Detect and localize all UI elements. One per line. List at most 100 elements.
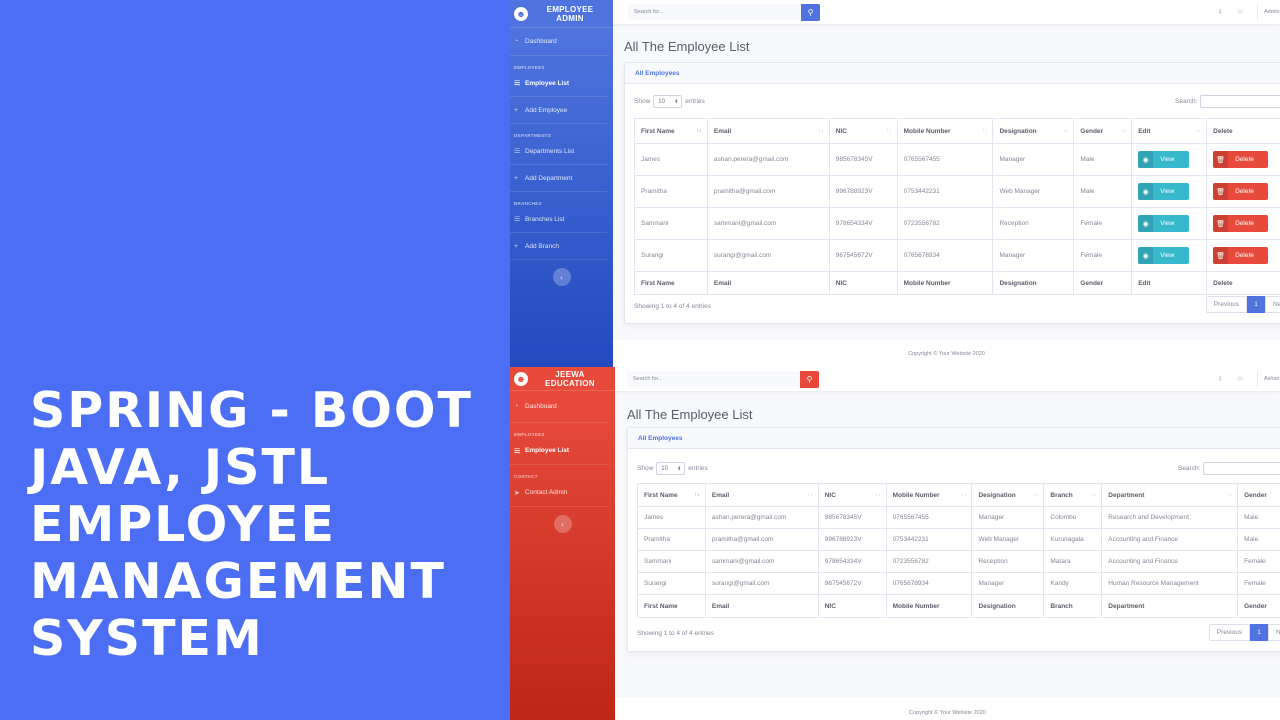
- next-page-button[interactable]: Next: [1265, 296, 1280, 313]
- search-icon: ⚲: [806, 374, 813, 384]
- column-header[interactable]: NIC ↑↓: [817, 483, 887, 507]
- search-icon: ⚲: [807, 7, 814, 17]
- footer-header: Email: [706, 271, 830, 295]
- column-header[interactable]: Mobile Number ↑↓: [896, 118, 994, 144]
- cell-department: Accounting and Finance: [1101, 550, 1239, 573]
- download-icon[interactable]: ⬇: [1217, 375, 1223, 383]
- next-page-button[interactable]: Next: [1268, 624, 1280, 641]
- column-header[interactable]: Email ↑↓: [704, 483, 819, 507]
- column-header[interactable]: Edit ↑↓: [1131, 118, 1208, 144]
- user-name[interactable]: Ashan: [1264, 376, 1280, 382]
- delete-button[interactable]: 🗑 Delete: [1213, 247, 1269, 264]
- sidebar-item-add-department[interactable]: + Add Department: [510, 165, 607, 192]
- table-search-input[interactable]: [1203, 462, 1280, 475]
- cell-first-name: Pramitha: [637, 528, 706, 551]
- topbar-icons: ⬇ ✉ Admin: [1217, 0, 1280, 24]
- column-header[interactable]: Branch ↑↓: [1043, 483, 1103, 507]
- column-header[interactable]: Gender↑↓: [1073, 118, 1133, 144]
- sidebar-item-departments-list[interactable]: ☰ Departments List: [510, 138, 607, 165]
- table-row: Surangi surangi@gmail.com 967545672V 076…: [634, 239, 1280, 272]
- delete-button[interactable]: 🗑 Delete: [1213, 183, 1269, 200]
- column-header[interactable]: Department ↑↓: [1101, 483, 1239, 507]
- sidebar: ☻ EMPLOYEE ADMIN ◔ Dashboard EMPLOYEES ☰…: [510, 0, 613, 367]
- column-header[interactable]: Designation ↑↓: [971, 483, 1045, 507]
- search-label: Search:: [1175, 98, 1198, 105]
- page-title: All The Employee List: [627, 407, 753, 422]
- sidebar-brand[interactable]: ☻ JEEWA EDUCATION: [510, 367, 615, 391]
- previous-page-button[interactable]: Previous: [1206, 296, 1247, 313]
- footer-header: Branch: [1043, 594, 1103, 618]
- sidebar-heading: EMPLOYEES: [514, 65, 545, 70]
- delete-button[interactable]: 🗑 Delete: [1213, 151, 1269, 168]
- column-header[interactable]: First Name ↑↓: [634, 118, 708, 144]
- dashboard-icon: ◔: [514, 38, 519, 45]
- table-controls: Show 10 entries Search:: [628, 449, 1280, 475]
- entries-select[interactable]: 10: [656, 462, 686, 475]
- footer-header: Designation: [992, 271, 1075, 295]
- page-1-button[interactable]: 1: [1250, 624, 1268, 641]
- laugh-icon: ☻: [514, 6, 528, 21]
- download-icon[interactable]: ⬇: [1217, 8, 1223, 16]
- entries-select[interactable]: 10: [653, 95, 683, 108]
- delete-button[interactable]: 🗑 Delete: [1213, 215, 1269, 232]
- column-header[interactable]: Mobile Number ↑↓: [885, 483, 973, 507]
- envelope-icon[interactable]: ✉: [1237, 8, 1243, 16]
- cell-mobile: 0765678934: [885, 572, 973, 595]
- cell-mobile: 0723556782: [896, 207, 994, 240]
- sidebar-toggle-button[interactable]: ‹: [553, 515, 572, 533]
- table-info: Showing 1 to 4 of 4 entries: [634, 303, 711, 310]
- cell-nic: 985678345V: [828, 143, 898, 176]
- cell-mobile: 0723556782: [885, 550, 973, 573]
- sidebar-item-branches-list[interactable]: ☰ Branches List: [510, 206, 607, 233]
- cell-email: ashan.perera@gmail.com: [706, 143, 830, 176]
- column-header[interactable]: NIC ↑↓: [828, 118, 898, 144]
- sidebar-item-add-branch[interactable]: + Add Branch: [510, 233, 607, 260]
- trash-icon: 🗑: [1213, 247, 1229, 264]
- cell-email: sammani@gmail.com: [704, 550, 819, 573]
- view-button[interactable]: ◉ View: [1138, 151, 1190, 168]
- banner-title: SPRING - BOOT JAVA, JSTL EMPLOYEE MANAGE…: [30, 382, 500, 667]
- sidebar-item-contact-admin[interactable]: ➤ Contact Admin: [510, 479, 609, 507]
- previous-page-button[interactable]: Previous: [1209, 624, 1250, 641]
- view-button[interactable]: ◉ View: [1138, 183, 1190, 200]
- table-search-input[interactable]: [1200, 95, 1280, 108]
- search-input[interactable]: Search for...: [628, 4, 801, 20]
- footer-header: Delete: [1206, 271, 1280, 295]
- sidebar-brand[interactable]: ☻ EMPLOYEE ADMIN: [510, 0, 613, 28]
- search-button[interactable]: ⚲: [800, 370, 819, 388]
- eye-icon: ◉: [1138, 183, 1154, 200]
- cell-mobile: 0765567455: [896, 143, 994, 176]
- sidebar-item-dashboard[interactable]: ◔ Dashboard: [510, 28, 607, 56]
- sidebar-item-add-employee[interactable]: + Add Employee: [510, 97, 607, 124]
- cell-edit: ◉ View: [1131, 207, 1208, 240]
- view-button[interactable]: ◉ View: [1138, 247, 1190, 264]
- cell-gender: Male: [1237, 506, 1280, 529]
- eye-icon: ◉: [1138, 151, 1154, 168]
- column-header[interactable]: Email ↑↓: [706, 118, 830, 144]
- column-header[interactable]: Gender↑↓: [1237, 483, 1280, 507]
- page-1-button[interactable]: 1: [1247, 296, 1265, 313]
- show-label: Show: [637, 465, 654, 472]
- column-header[interactable]: First Name ↑↓: [637, 483, 706, 507]
- footer-header: Department: [1101, 594, 1239, 618]
- footer-header: First Name: [634, 271, 708, 295]
- column-header[interactable]: Delete↑↓: [1206, 118, 1280, 144]
- entries-length: Show 10 entries: [634, 95, 705, 108]
- sidebar-item-employee-list[interactable]: ☰ Employee List: [510, 437, 609, 465]
- sidebar-item-dashboard[interactable]: ◔ Dashboard: [510, 391, 609, 423]
- cell-nic: 996788923V: [817, 528, 887, 551]
- search-input[interactable]: Search for...: [627, 371, 800, 387]
- cell-designation: Web Manager: [971, 528, 1045, 551]
- cell-department: Research and Development: [1101, 506, 1239, 529]
- entries-label: entries: [685, 98, 705, 105]
- column-header[interactable]: Designation ↑↓: [992, 118, 1075, 144]
- cell-first-name: James: [634, 143, 708, 176]
- user-name[interactable]: Admin: [1264, 9, 1280, 15]
- sidebar-toggle-button[interactable]: ‹: [552, 268, 571, 286]
- search-button[interactable]: ⚲: [801, 3, 820, 21]
- view-button[interactable]: ◉ View: [1138, 215, 1190, 232]
- envelope-icon[interactable]: ✉: [1237, 375, 1243, 383]
- cell-nic: 996788923V: [828, 175, 898, 208]
- table-row: Pramitha pramitha@gmail.com 996788923V 0…: [637, 528, 1280, 551]
- sidebar-item-employee-list[interactable]: ☰ Employee List: [510, 70, 607, 97]
